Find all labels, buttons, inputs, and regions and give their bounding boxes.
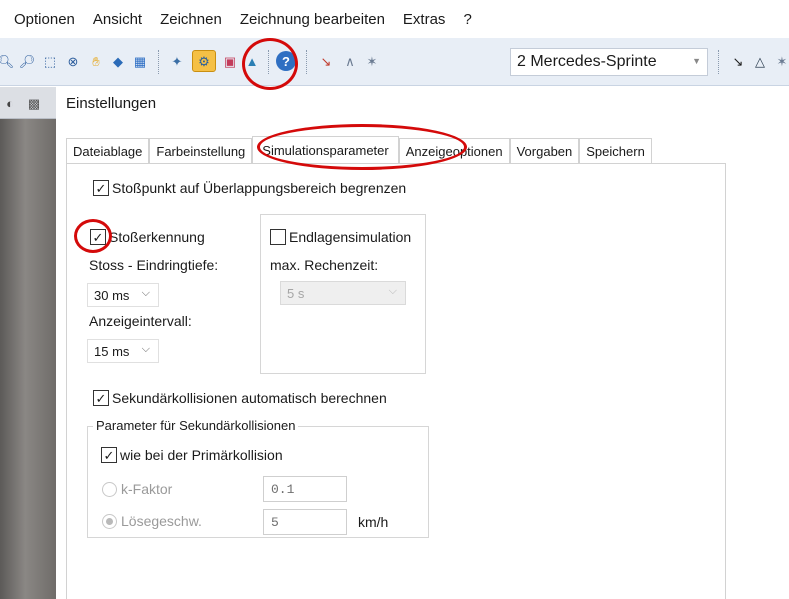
zoom-out-icon[interactable]: 🔎︎: [17, 51, 37, 71]
drawing-canvas[interactable]: ◐ ▩: [0, 87, 56, 599]
dialog-title: Einstellungen: [66, 95, 157, 112]
vehicle-icon[interactable]: ◆: [108, 51, 128, 71]
zoom-fit-icon[interactable]: ⊗: [63, 51, 83, 71]
tab-farbeinstellung[interactable]: Farbeinstellung: [149, 138, 253, 164]
help-icon[interactable]: ?: [276, 51, 296, 71]
toolbar-separator: [718, 50, 719, 74]
menu-extras[interactable]: Extras: [403, 11, 446, 28]
menu-help[interactable]: ?: [463, 11, 471, 28]
k-factor-input[interactable]: 0.1: [263, 476, 347, 502]
k-factor-radio[interactable]: k-Faktor: [102, 481, 172, 497]
same-as-primary-checkbox[interactable]: ✓ wie bei der Primärkollision: [101, 447, 283, 463]
path-icon[interactable]: ∧: [340, 51, 360, 71]
settings-dialog: Einstellungen Dateiablage Farbeinstellun…: [56, 87, 789, 599]
penetration-depth-select[interactable]: 30 ms ⌵: [87, 283, 159, 307]
toolbar-separator: [268, 50, 269, 74]
tab-speichern[interactable]: Speichern: [579, 138, 652, 164]
settings-icon[interactable]: ▩: [24, 93, 44, 113]
display-interval-select[interactable]: 15 ms ⌵: [87, 339, 159, 363]
separation-speed-label: Lösegeschw.: [121, 513, 202, 529]
tab-dateiablage[interactable]: Dateiablage: [66, 138, 150, 164]
camera-icon[interactable]: ▣: [220, 51, 240, 71]
zoom-region-icon[interactable]: ⬚: [40, 51, 60, 71]
separation-speed-input[interactable]: 5: [263, 509, 347, 535]
simulation-parameters-icon[interactable]: ⚙︎: [192, 50, 216, 72]
impact-detection-checkbox[interactable]: ✓ Stoßerkennung: [90, 229, 205, 245]
toolbar-separator: [306, 50, 307, 74]
direction-icon[interactable]: ✶: [362, 51, 382, 71]
separation-speed-unit: km/h: [358, 514, 389, 530]
tool-icon[interactable]: ◐: [0, 93, 20, 113]
tab-strip: Dateiablage Farbeinstellung Simulationsp…: [66, 136, 652, 164]
chevron-down-icon: ⌵: [141, 287, 150, 299]
tab-anzeigeoptionen[interactable]: Anzeigeoptionen: [398, 138, 510, 164]
hand-icon[interactable]: ✋︎: [86, 51, 106, 71]
canvas-toolbar: ◐ ▩: [0, 87, 56, 119]
max-compute-time-label: max. Rechenzeit:: [270, 257, 379, 273]
display-interval-label: Anzeigeintervall:: [89, 313, 192, 329]
radio-selected-dot: [106, 517, 113, 525]
simulation-parameters-panel: ✓ Stoßpunkt auf Überlappungsbereich begr…: [66, 163, 726, 599]
menu-zeichnung-bearbeiten[interactable]: Zeichnung bearbeiten: [240, 11, 385, 28]
chevron-down-icon: ⌵: [141, 343, 150, 355]
chevron-down-icon: ⌵: [388, 285, 397, 297]
menu-zeichnen[interactable]: Zeichnen: [160, 11, 222, 28]
secondary-auto-checkbox[interactable]: ✓ Sekundärkollisionen automatisch berech…: [93, 390, 387, 406]
zoom-in-icon[interactable]: 🔍︎: [0, 51, 16, 71]
impact-detection-label: Stoßerkennung: [109, 229, 205, 245]
polygon-icon[interactable]: △: [750, 51, 770, 71]
same-as-primary-label: wie bei der Primärkollision: [120, 447, 283, 463]
limit-impact-point-checkbox[interactable]: ✓ Stoßpunkt auf Überlappungsbereich begr…: [93, 180, 406, 196]
max-compute-time-select[interactable]: 5 s ⌵: [280, 281, 406, 305]
checkbox-box: [270, 229, 286, 245]
penetration-depth-value: 30 ms: [94, 287, 130, 303]
canvas-background: [0, 119, 56, 599]
radio-dot: [102, 481, 117, 497]
k-factor-label: k-Faktor: [121, 481, 173, 497]
max-compute-time-value: 5 s: [287, 285, 305, 301]
tab-simulationsparameter[interactable]: Simulationsparameter: [252, 136, 399, 164]
car-icon[interactable]: ▲: [242, 51, 262, 71]
checkbox-box: ✓: [90, 229, 106, 245]
chevron-down-icon: ▼: [692, 56, 701, 66]
menu-optionen[interactable]: Optionen: [14, 11, 75, 28]
secondary-auto-label: Sekundärkollisionen automatisch berechne…: [112, 390, 387, 406]
menu-bar: Optionen Ansicht Zeichnen Zeichnung bear…: [0, 0, 789, 38]
cursor-icon[interactable]: ↘︎: [728, 51, 748, 71]
area-icon[interactable]: ✶: [772, 51, 789, 71]
toolbar-separator: [158, 50, 159, 74]
checkbox-box: ✓: [93, 180, 109, 196]
trajectory-icon[interactable]: ↘: [316, 51, 336, 71]
limit-impact-point-label: Stoßpunkt auf Überlappungsbereich begren…: [112, 180, 407, 196]
collision-icon[interactable]: ✦: [167, 51, 187, 71]
checkbox-box: ✓: [93, 390, 109, 406]
penetration-depth-label: Stoss - Eindringtiefe:: [89, 257, 219, 273]
menu-ansicht[interactable]: Ansicht: [93, 11, 142, 28]
grid-icon[interactable]: ▦: [130, 51, 150, 71]
toolbar: 🔍︎ 🔎︎ ⬚ ⊗ ✋︎ ◆ ▦ ✦ ⚙︎ ▣ ▲ ? ↘ ∧ ✶ 2 Merc…: [0, 38, 789, 86]
separation-speed-radio[interactable]: Lösegeschw.: [102, 513, 202, 529]
vehicle-select[interactable]: 2 Mercedes-Sprinte ▼: [510, 48, 708, 76]
end-position-sim-checkbox[interactable]: Endlagensimulation: [270, 229, 411, 245]
display-interval-value: 15 ms: [94, 343, 130, 359]
end-position-sim-label: Endlagensimulation: [289, 229, 412, 245]
radio-dot: [102, 513, 117, 529]
vehicle-select-value: 2 Mercedes-Sprinte: [517, 53, 657, 70]
checkbox-box: ✓: [101, 447, 117, 463]
tab-vorgaben[interactable]: Vorgaben: [509, 138, 580, 164]
secondary-params-legend: Parameter für Sekundärkollisionen: [93, 418, 299, 433]
